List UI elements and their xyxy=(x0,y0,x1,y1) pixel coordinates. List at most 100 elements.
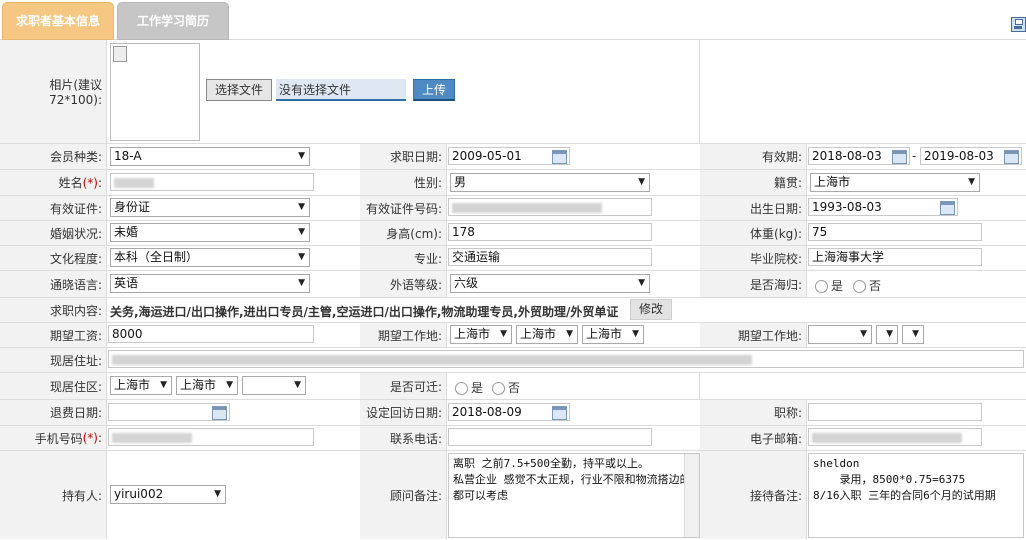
marital-select[interactable]: 未婚 xyxy=(110,223,310,242)
birth-label: 出生日期: xyxy=(700,196,807,220)
tab-basic-info[interactable]: 求职者基本信息 xyxy=(2,2,114,40)
calendar-icon[interactable] xyxy=(552,406,567,420)
applicant-form: 相片(建议72*100): 选择文件 没有选择文件 上传 会员种类: 18-A … xyxy=(0,40,1026,540)
height-label: 身高(cm): xyxy=(360,221,447,245)
phone-label: 联系电话: xyxy=(360,426,447,450)
school-label: 毕业院校: xyxy=(700,246,807,270)
height-input[interactable]: 178 xyxy=(448,223,652,241)
reception-note-label: 接待备注: xyxy=(700,451,807,539)
consultant-note-label: 顾问备注: xyxy=(360,451,447,539)
id-type-select[interactable]: 身份证 xyxy=(110,198,310,217)
address-label: 现居住址: xyxy=(0,348,107,372)
choose-file-button[interactable]: 选择文件 xyxy=(206,79,273,101)
validity-separator: - xyxy=(912,149,917,163)
consultant-note-textarea[interactable]: 离职 之前7.5+500全勤，持平或以上。 私营企业 感觉不太正规，行业不限和物… xyxy=(448,453,700,538)
education-select[interactable]: 本科（全日制） xyxy=(110,248,310,267)
apply-date-input[interactable]: 2009-05-01 xyxy=(448,147,570,165)
refund-date-input[interactable] xyxy=(108,403,230,421)
save-icon[interactable] xyxy=(1011,17,1026,32)
relocate-label: 是否可迁: xyxy=(360,373,447,399)
returnee-label: 是否海归: xyxy=(700,271,807,297)
apply-date-label: 求职日期: xyxy=(360,144,447,169)
native-label: 籍贯: xyxy=(700,170,807,195)
row-language: 通晓语言: 英语 外语等级: 六级 是否海归: 是 否 xyxy=(0,271,1026,298)
district-city-select[interactable]: 上海市 xyxy=(176,376,238,395)
row-contact: 手机号码 (*): 联系电话: 电子邮箱: xyxy=(0,426,1026,451)
no-file-text: 没有选择文件 xyxy=(276,79,406,101)
district-label: 现居住区: xyxy=(0,373,107,399)
validity-to-input[interactable]: 2019-08-03 xyxy=(920,147,1022,165)
work-place2-label: 期望工作地: xyxy=(700,323,807,347)
mobile-input[interactable] xyxy=(108,428,314,446)
work-place-district-select[interactable]: 上海市 xyxy=(582,325,644,344)
address-input[interactable] xyxy=(108,350,1024,368)
work-place-province-select[interactable]: 上海市 xyxy=(450,325,512,344)
visit-date-label: 设定回访日期: xyxy=(360,400,447,425)
radio-icon[interactable] xyxy=(492,382,505,395)
calendar-icon[interactable] xyxy=(892,150,907,164)
language-level-select[interactable]: 六级 xyxy=(450,274,650,293)
relocate-yes-option[interactable]: 是 xyxy=(455,379,483,396)
gender-label: 性别: xyxy=(360,170,447,195)
id-number-input[interactable] xyxy=(448,198,652,216)
edit-job-content-button[interactable]: 修改 xyxy=(630,299,673,320)
district-district-select[interactable] xyxy=(242,376,306,395)
returnee-yes-option[interactable]: 是 xyxy=(815,277,843,294)
row-notes: 持有人: yirui002 顾问备注: 离职 之前7.5+500全勤，持平或以上… xyxy=(0,451,1026,539)
upload-button[interactable]: 上传 xyxy=(413,79,456,101)
id-number-label: 有效证件号码: xyxy=(360,196,447,220)
email-input[interactable] xyxy=(808,428,982,446)
calendar-icon[interactable] xyxy=(552,150,567,164)
language-level-label: 外语等级: xyxy=(360,271,447,297)
row-education: 文化程度: 本科（全日制） 专业: 交通运输 毕业院校: 上海海事大学 xyxy=(0,246,1026,271)
name-input[interactable] xyxy=(110,173,314,191)
photo-preview xyxy=(110,43,200,141)
holder-label: 持有人: xyxy=(0,451,107,539)
calendar-icon[interactable] xyxy=(1004,150,1019,164)
photo-label: 相片(建议72*100): xyxy=(0,40,107,143)
validity-from-input[interactable]: 2018-08-03 xyxy=(808,147,910,165)
row-dates: 退费日期: 设定回访日期: 2018-08-09 职称: xyxy=(0,400,1026,426)
marital-label: 婚姻状况: xyxy=(0,221,107,245)
visit-date-input[interactable]: 2018-08-09 xyxy=(448,403,570,421)
gender-select[interactable]: 男 xyxy=(450,173,650,192)
salary-input[interactable]: 8000 xyxy=(108,325,314,343)
calendar-icon[interactable] xyxy=(940,201,955,215)
consultant-note-scrollbar[interactable] xyxy=(684,454,699,537)
relocate-no-option[interactable]: 否 xyxy=(492,379,520,396)
district-province-select[interactable]: 上海市 xyxy=(110,376,172,395)
language-select[interactable]: 英语 xyxy=(110,274,310,293)
work-place2-district-select[interactable] xyxy=(902,325,924,344)
member-type-label: 会员种类: xyxy=(0,144,107,169)
work-place-label: 期望工作地: xyxy=(360,323,447,347)
row-name: 姓名(*): 性别: 男 籍贯: 上海市 xyxy=(0,170,1026,196)
radio-icon[interactable] xyxy=(815,280,828,293)
tab-work-resume[interactable]: 工作学习简历 xyxy=(117,2,229,40)
salary-label: 期望工资: xyxy=(0,323,107,347)
broken-image-icon xyxy=(113,46,127,62)
radio-icon[interactable] xyxy=(455,382,468,395)
calendar-icon[interactable] xyxy=(212,406,227,420)
row-address: 现居住址: xyxy=(0,348,1026,373)
reception-note-textarea[interactable]: sheldon 录用，8500*0.75=6375 8/16入职 三年的合同6个… xyxy=(808,453,1024,538)
work-place-city-select[interactable]: 上海市 xyxy=(516,325,578,344)
title-input[interactable] xyxy=(808,403,982,421)
email-label: 电子邮箱: xyxy=(700,426,807,450)
refund-date-label: 退费日期: xyxy=(0,400,107,425)
weight-input[interactable]: 75 xyxy=(808,223,982,241)
work-place2-city-select[interactable] xyxy=(876,325,898,344)
radio-icon[interactable] xyxy=(853,280,866,293)
phone-input[interactable] xyxy=(448,428,652,446)
major-label: 专业: xyxy=(360,246,447,270)
school-input[interactable]: 上海海事大学 xyxy=(808,248,982,266)
row-marital: 婚姻状况: 未婚 身高(cm): 178 体重(kg): 75 xyxy=(0,221,1026,246)
job-content-label: 求职内容: xyxy=(0,298,107,322)
native-select[interactable]: 上海市 xyxy=(810,173,980,192)
holder-select[interactable]: yirui002 xyxy=(110,485,226,504)
member-type-select[interactable]: 18-A xyxy=(110,147,310,166)
validity-label: 有效期: xyxy=(700,144,807,169)
work-place2-province-select[interactable] xyxy=(808,325,872,344)
birth-date-input[interactable]: 1993-08-03 xyxy=(808,198,958,216)
major-input[interactable]: 交通运输 xyxy=(448,248,652,266)
returnee-no-option[interactable]: 否 xyxy=(853,277,881,294)
